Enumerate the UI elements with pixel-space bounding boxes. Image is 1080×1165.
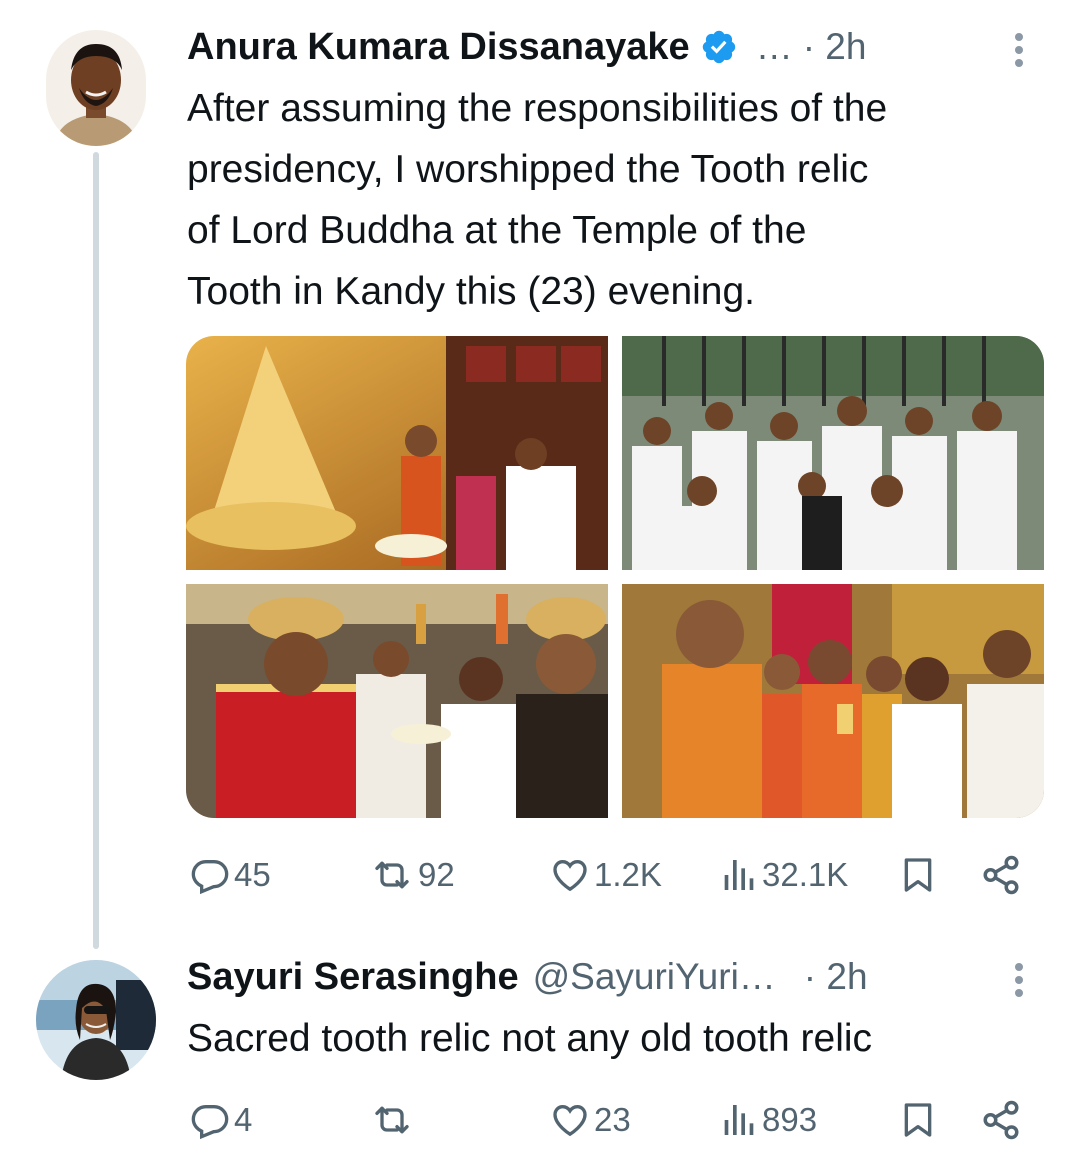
reply-share-button[interactable] xyxy=(980,1090,1022,1150)
author-handle[interactable]: … xyxy=(756,26,793,68)
tweet-text: After assuming the responsibilities of t… xyxy=(187,78,887,322)
repost-count: 92 xyxy=(418,856,455,893)
more-options-icon[interactable] xyxy=(1015,33,1025,72)
reply-like-count: 23 xyxy=(594,1101,631,1138)
reply-reply-count: 4 xyxy=(234,1101,253,1138)
reply-text: Sacred tooth relic not any old tooth rel… xyxy=(187,1017,873,1060)
author-name[interactable]: Anura Kumara Dissanayake xyxy=(187,26,690,69)
reply-views-button[interactable]: 893 xyxy=(718,1090,817,1150)
tweet-text-line: After assuming the responsibilities of t… xyxy=(187,87,888,130)
thread-line xyxy=(93,152,99,949)
reply-author-name[interactable]: Sayuri Serasinghe xyxy=(187,956,519,999)
bookmark-button[interactable] xyxy=(898,845,938,905)
crowd-photo[interactable] xyxy=(622,336,1044,570)
verified-badge-icon xyxy=(700,28,738,66)
tweet-action-bar: 45 92 1.2K 32.1K xyxy=(0,845,1080,905)
reply-view-count: 893 xyxy=(762,1101,818,1138)
repost-button[interactable]: 92 xyxy=(370,845,455,905)
reply-author-handle[interactable]: @SayuriYuri… xyxy=(533,956,776,998)
share-icon xyxy=(983,855,1019,895)
like-button[interactable]: 1.2K xyxy=(550,845,662,905)
reply-bookmark-button[interactable] xyxy=(898,1090,938,1150)
like-count: 1.2K xyxy=(594,856,662,893)
media-grid xyxy=(186,336,1044,818)
views-button[interactable]: 32.1K xyxy=(718,845,848,905)
bookmark-icon xyxy=(904,858,932,892)
repost-icon xyxy=(375,861,409,889)
traditional-attire-photo[interactable] xyxy=(186,584,608,818)
author-avatar[interactable] xyxy=(46,30,146,146)
view-count: 32.1K xyxy=(762,856,849,893)
tweet-text-line: of Lord Buddha at the Temple of the xyxy=(187,209,807,252)
reply-icon xyxy=(191,860,229,895)
reply-author-avatar[interactable] xyxy=(36,960,156,1080)
tweet-header: Anura Kumara Dissanayake … · 2h xyxy=(187,22,866,72)
heart-icon xyxy=(553,859,587,892)
tweet-text-line: Tooth in Kandy this (23) evening. xyxy=(187,270,756,313)
repost-icon xyxy=(375,1106,409,1134)
tweet-time[interactable]: · 2h xyxy=(803,26,867,68)
reply-more-options-icon[interactable] xyxy=(1015,963,1025,1002)
monks-photo[interactable] xyxy=(622,584,1044,818)
heart-icon xyxy=(553,1104,587,1137)
reply-like-button[interactable]: 23 xyxy=(550,1090,631,1150)
share-button[interactable] xyxy=(980,845,1022,905)
reply-count: 45 xyxy=(234,856,271,893)
views-icon xyxy=(724,1105,754,1135)
views-icon xyxy=(724,860,754,890)
reply-reply-button[interactable]: 4 xyxy=(190,1090,252,1150)
reply-icon xyxy=(191,1105,229,1140)
reply-button[interactable]: 45 xyxy=(190,845,271,905)
reply-time[interactable]: · 2h xyxy=(804,956,868,998)
tooth-relic-casket-photo[interactable] xyxy=(186,336,608,570)
tweet-text-line: presidency, I worshipped the Tooth relic xyxy=(187,148,869,191)
bookmark-icon xyxy=(904,1103,932,1137)
reply-action-bar: 4 23 893 xyxy=(0,1090,1080,1150)
reply-repost-button[interactable] xyxy=(370,1090,418,1150)
share-icon xyxy=(983,1100,1019,1140)
reply-header: Sayuri Serasinghe @SayuriYuri… · 2h xyxy=(187,952,868,1002)
